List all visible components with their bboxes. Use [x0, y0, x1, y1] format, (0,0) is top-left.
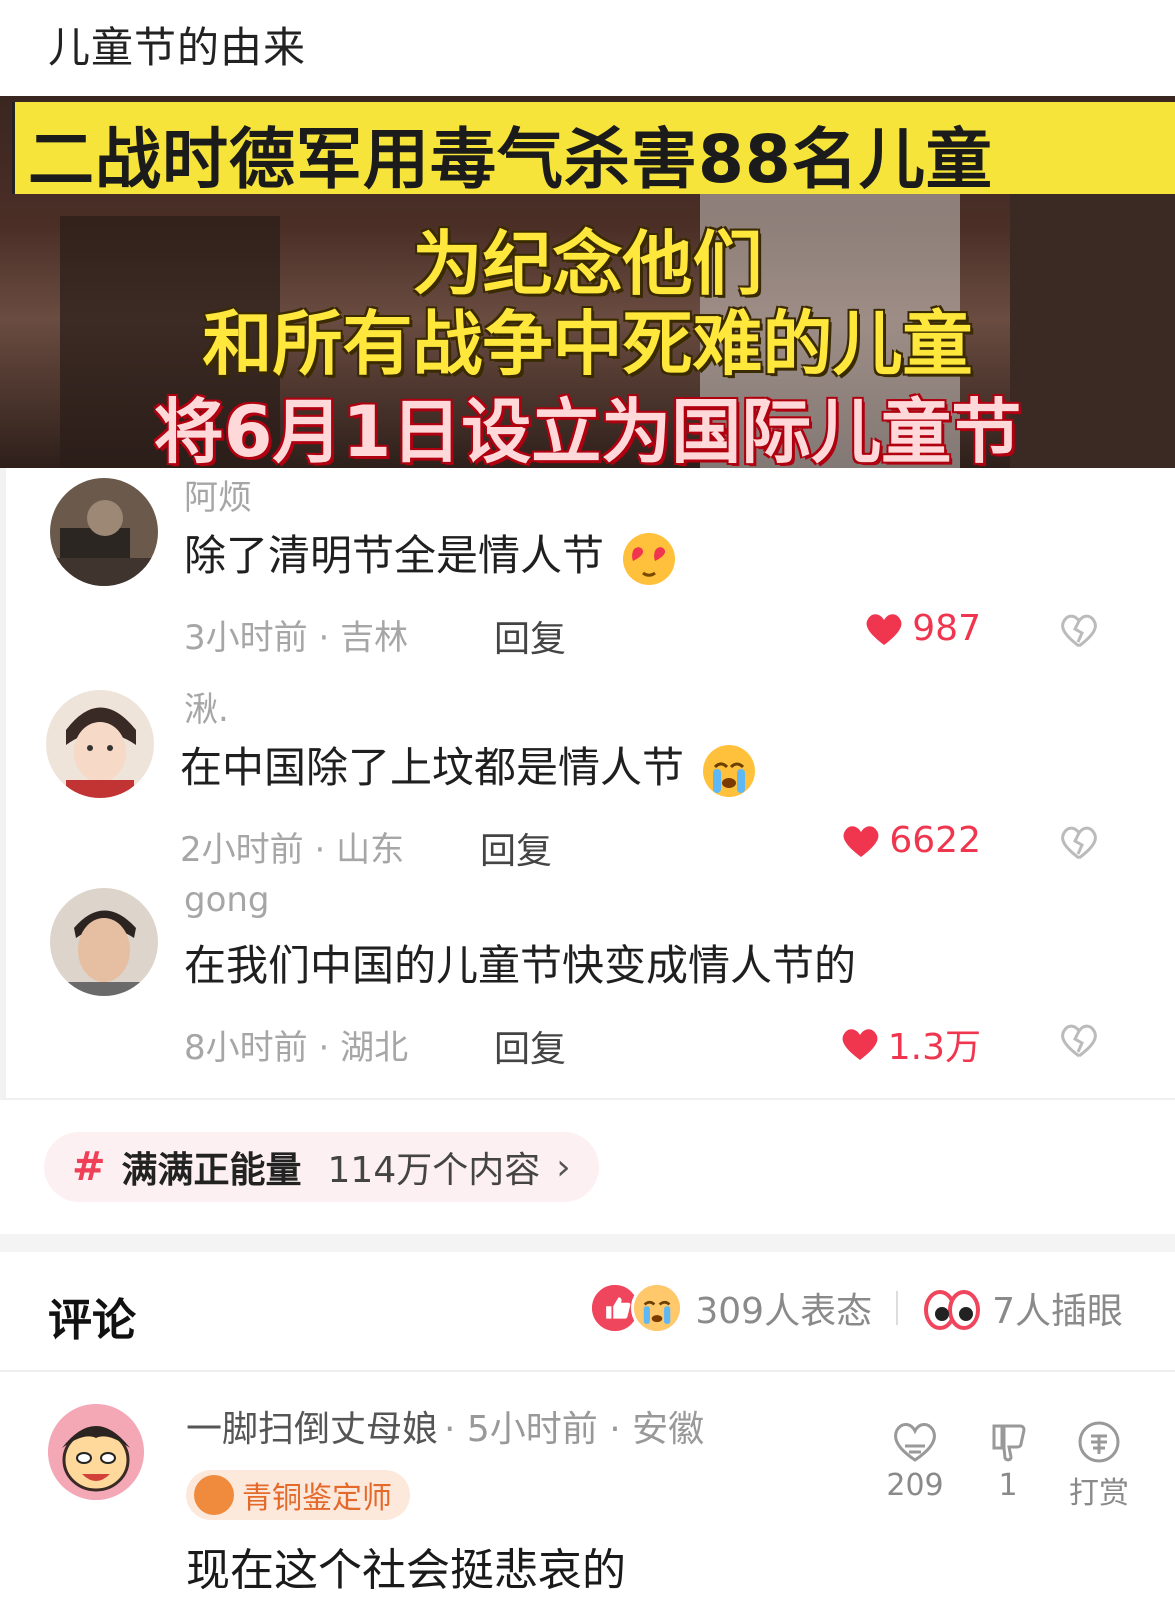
topic-tag[interactable]: # 满满正能量 114万个内容 ›	[44, 1132, 599, 1202]
reward-coin-icon	[1078, 1421, 1120, 1463]
reward-label: 打赏	[1069, 1476, 1129, 1511]
comment-location: 湖北	[340, 1028, 409, 1068]
comment-text: 现在这个社会挺悲哀的	[186, 1545, 626, 1596]
commenter-name[interactable]: 湫.	[184, 682, 229, 731]
user-badge[interactable]: 青铜鉴定师	[186, 1470, 410, 1520]
like-button[interactable]: 987	[864, 608, 981, 649]
broken-heart-outline-icon	[894, 1423, 936, 1462]
like-count: 209	[886, 1468, 944, 1503]
banner-headline: 二战时德军用毒气杀害88名儿童	[28, 121, 993, 198]
commenter-name[interactable]: 一脚扫倒丈母娘	[186, 1400, 438, 1452]
comment-text-body: 在我们中国的儿童节快变成情人节的	[184, 941, 857, 990]
reply-button[interactable]: 回复	[494, 610, 566, 662]
hashtag-icon: #	[72, 1144, 106, 1190]
reply-button[interactable]: 回复	[494, 1020, 566, 1072]
banner-caption-line: 将6月1日设立为国际儿童节	[153, 391, 1022, 468]
avatar[interactable]	[48, 1404, 144, 1500]
like-button[interactable]: 6622	[841, 820, 981, 861]
broken-heart-icon[interactable]	[1059, 1022, 1099, 1060]
list-item: gong 在我们中国的儿童节快变成情人节的 8小时前 · 湖北 回复 1.3万	[6, 880, 1175, 1090]
avatar[interactable]	[46, 690, 154, 798]
avatar[interactable]	[50, 478, 158, 586]
comment-time: 2小时前	[180, 830, 304, 870]
like-count: 987	[912, 608, 981, 649]
like-count: 1.3万	[887, 1027, 981, 1068]
comment-text: 除了清明节全是情人节	[184, 522, 677, 587]
topic-name: 满满正能量	[121, 1150, 302, 1191]
medal-icon	[194, 1475, 234, 1515]
divider	[0, 1370, 1175, 1372]
avatar[interactable]	[50, 888, 158, 996]
separator	[896, 1291, 899, 1325]
post-title: 儿童节的由来	[48, 23, 307, 72]
reaction-count: 309人表态	[695, 1291, 873, 1332]
reply-button[interactable]: 回复	[480, 822, 552, 874]
comment-text-body: 除了清明节全是情人节	[184, 531, 605, 580]
comment-meta: · 5小时前 · 安徽	[444, 1409, 705, 1450]
comment-meta: 2小时前 · 山东	[180, 830, 405, 870]
video-banner[interactable]: 二战时德军用毒气杀害88名儿童 为纪念他们 和所有战争中死难的儿童 将6月1日设…	[0, 96, 1175, 468]
broken-heart-icon[interactable]	[1059, 824, 1099, 862]
eyes-icon	[924, 1290, 981, 1330]
like-button[interactable]: 1.3万	[840, 1018, 981, 1070]
reward-button[interactable]: 打赏	[1064, 1420, 1134, 1512]
like-button[interactable]: 209	[880, 1420, 950, 1503]
heart-icon	[866, 613, 902, 645]
badge-label: 青铜鉴定师	[242, 1481, 392, 1516]
embedded-comment-list: 阿烦 除了清明节全是情人节 3小时前 · 吉林 回复 987 湫. 在中国除了上…	[0, 468, 1175, 1100]
thumbs-down-icon	[992, 1424, 1026, 1462]
dislike-button[interactable]: 1	[973, 1420, 1043, 1503]
comment-location: 吉林	[340, 618, 409, 658]
commenter-name[interactable]: gong	[184, 880, 270, 920]
heart-icon	[842, 1029, 878, 1060]
topic-count: 114万个内容	[327, 1150, 541, 1191]
crying-face-icon	[631, 1282, 684, 1334]
broken-heart-icon[interactable]	[1059, 612, 1099, 650]
comment-time: 8小时前	[184, 1028, 308, 1068]
dislike-count: 1	[998, 1468, 1018, 1503]
eyes-count: 7人插眼	[992, 1291, 1123, 1332]
comment-meta: 3小时前 · 吉林	[184, 618, 409, 658]
comment-text: 在我们中国的儿童节快变成情人节的	[184, 932, 856, 993]
comments-heading: 评论	[48, 1295, 136, 1346]
section-divider	[0, 1234, 1175, 1252]
commenter-name[interactable]: 阿烦	[184, 470, 252, 519]
comment-location: 山东	[336, 830, 405, 870]
comment-text-body: 在中国除了上坟都是情人节	[180, 743, 685, 792]
heart-icon	[843, 825, 879, 857]
like-count: 6622	[889, 820, 981, 861]
reaction-icons	[589, 1282, 685, 1334]
comment-meta: 8小时前 · 湖北	[184, 1028, 409, 1068]
crying-emoji-icon	[703, 744, 756, 797]
list-item: 阿烦 除了清明节全是情人节 3小时前 · 吉林 回复 987	[6, 470, 1175, 680]
heart-eyes-emoji-icon	[623, 532, 676, 585]
banner-caption-line: 和所有战争中死难的儿童	[202, 303, 973, 385]
list-item: 湫. 在中国除了上坟都是情人节 2小时前 · 山东 回复 6622	[6, 682, 1175, 892]
comment-time: 3小时前	[184, 618, 308, 658]
reaction-summary[interactable]: 309人表态 7人插眼	[589, 1282, 1123, 1334]
chevron-right-icon: ›	[556, 1146, 571, 1188]
comment-text: 在中国除了上坟都是情人节	[180, 734, 757, 799]
